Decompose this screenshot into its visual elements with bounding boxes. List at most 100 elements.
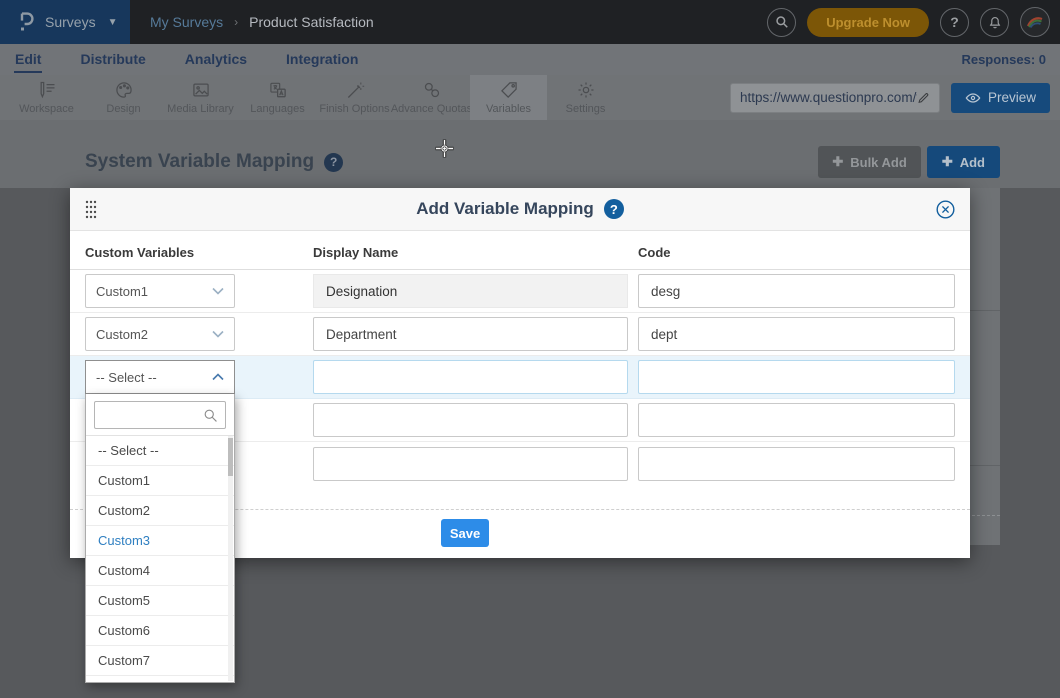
- page-help-icon[interactable]: ?: [324, 153, 343, 172]
- page-title: System Variable Mapping: [85, 151, 314, 173]
- toolbar-item-media-library[interactable]: Media Library: [162, 75, 239, 120]
- mouse-cursor-icon: [435, 139, 454, 158]
- tab-integration[interactable]: Integration: [285, 46, 359, 73]
- settings-icon: [576, 80, 596, 100]
- toolbar-item-advance-quotas[interactable]: Advance Quotas: [393, 75, 470, 120]
- top-bar-actions: Upgrade Now ?: [767, 7, 1060, 37]
- edit-url-pencil-icon[interactable]: [917, 91, 930, 105]
- dropdown-option-custom3[interactable]: Custom3: [86, 526, 234, 556]
- variable-select-1[interactable]: Custom1: [85, 274, 235, 308]
- variable-select-3[interactable]: -- Select --: [85, 360, 235, 394]
- toolbar-right: https://www.questionpro.com/t/A Preview: [730, 75, 1060, 120]
- page-header: System Variable Mapping ? ✚ Bulk Add ✚ A…: [85, 146, 1000, 178]
- responses-count: Responses: 0: [961, 52, 1046, 67]
- toolbar-item-variables[interactable]: Variables: [470, 75, 547, 120]
- column-code: Code: [638, 245, 955, 260]
- dropdown-option-select[interactable]: -- Select --: [86, 436, 234, 466]
- column-custom-variables: Custom Variables: [85, 245, 313, 260]
- tab-edit[interactable]: Edit: [14, 46, 42, 73]
- advance-quotas-icon: [422, 80, 442, 100]
- chevron-down-icon: [212, 330, 224, 338]
- dropdown-option-custom1[interactable]: Custom1: [86, 466, 234, 496]
- dropdown-option-custom6[interactable]: Custom6: [86, 616, 234, 646]
- plus-icon: ✚: [942, 154, 953, 170]
- edit-toolbar: Workspace Design Media Library: [0, 75, 1060, 120]
- toolbar-item-design[interactable]: Design: [85, 75, 162, 120]
- search-icon: [775, 15, 789, 29]
- survey-url-text: https://www.questionpro.com/t/A: [740, 90, 917, 105]
- modal-help-icon[interactable]: ?: [604, 199, 624, 219]
- code-input-2[interactable]: [638, 317, 955, 351]
- preview-button[interactable]: Preview: [951, 83, 1050, 113]
- survey-nav-tabs: Edit Distribute Analytics Integration Re…: [0, 44, 1060, 75]
- bell-icon: [988, 15, 1002, 30]
- user-avatar[interactable]: [1020, 7, 1050, 37]
- tab-distribute[interactable]: Distribute: [79, 46, 146, 73]
- column-display-name: Display Name: [313, 245, 638, 260]
- display-name-input-2[interactable]: [313, 317, 628, 351]
- code-input-1[interactable]: [638, 274, 955, 308]
- plus-icon: ✚: [832, 154, 843, 170]
- search-button[interactable]: [767, 8, 796, 37]
- display-name-input-3[interactable]: [313, 360, 628, 394]
- toolbar-item-settings[interactable]: Settings: [547, 75, 624, 120]
- finish-options-icon: [345, 80, 365, 100]
- dropdown-scroll-thumb[interactable]: [228, 438, 233, 476]
- toolbar-item-languages[interactable]: Languages: [239, 75, 316, 120]
- tab-analytics[interactable]: Analytics: [184, 46, 248, 73]
- upgrade-now-button[interactable]: Upgrade Now: [807, 8, 929, 37]
- workspace-icon: [37, 80, 57, 100]
- product-label: Surveys: [45, 14, 96, 30]
- toolbar-item-finish-options[interactable]: Finish Options: [316, 75, 393, 120]
- question-mark-icon: ?: [950, 14, 959, 30]
- display-name-input-5[interactable]: [313, 447, 628, 481]
- display-name-field-1[interactable]: Designation: [313, 274, 628, 308]
- add-button[interactable]: ✚ Add: [927, 146, 1000, 178]
- search-icon: [203, 408, 218, 423]
- breadcrumb-current-survey: Product Satisfaction: [249, 14, 374, 30]
- chevron-down-icon: ▼: [108, 17, 118, 28]
- dropdown-options-list: -- Select -- Custom1 Custom2 Custom3 Cus…: [86, 435, 234, 682]
- dropdown-option-custom2[interactable]: Custom2: [86, 496, 234, 526]
- variables-icon: [499, 80, 519, 100]
- add-variable-mapping-modal: Add Variable Mapping ? Custom Variables …: [70, 188, 970, 558]
- dropdown-scrollbar[interactable]: [228, 436, 233, 681]
- variable-dropdown-open: -- Select -- -- Select -- Custom1 Custom…: [85, 360, 235, 683]
- chevron-up-icon: [212, 373, 224, 381]
- mapping-row-1: Custom1 Designation: [70, 270, 970, 313]
- app-screen: Surveys ▼ My Surveys › Product Satisfact…: [0, 0, 1060, 698]
- breadcrumb: My Surveys › Product Satisfaction: [150, 14, 374, 30]
- dropdown-panel: -- Select -- Custom1 Custom2 Custom3 Cus…: [85, 394, 235, 683]
- avatar-logo-icon: [1027, 16, 1043, 28]
- surveys-menu[interactable]: Surveys ▼: [0, 0, 130, 44]
- design-icon: [114, 80, 134, 100]
- dropdown-option-custom7[interactable]: Custom7: [86, 646, 234, 676]
- media-library-icon: [191, 80, 211, 100]
- display-name-input-4[interactable]: [313, 403, 628, 437]
- drag-handle-icon[interactable]: [85, 200, 97, 219]
- bulk-add-button[interactable]: ✚ Bulk Add: [818, 146, 920, 178]
- dropdown-option-custom5[interactable]: Custom5: [86, 586, 234, 616]
- notifications-button[interactable]: [980, 8, 1009, 37]
- page-buttons: ✚ Bulk Add ✚ Add: [818, 146, 1000, 178]
- code-input-4[interactable]: [638, 403, 955, 437]
- breadcrumb-separator-icon: ›: [234, 15, 238, 29]
- breadcrumb-my-surveys[interactable]: My Surveys: [150, 14, 223, 30]
- eye-icon: [965, 92, 981, 104]
- variable-select-2[interactable]: Custom2: [85, 317, 235, 351]
- close-icon: [935, 199, 956, 220]
- chevron-down-icon: [212, 287, 224, 295]
- languages-icon: [268, 80, 288, 100]
- survey-url-field[interactable]: https://www.questionpro.com/t/A: [730, 83, 940, 113]
- help-button[interactable]: ?: [940, 8, 969, 37]
- top-bar: Surveys ▼ My Surveys › Product Satisfact…: [0, 0, 1060, 44]
- toolbar-item-workspace[interactable]: Workspace: [8, 75, 85, 120]
- modal-title: Add Variable Mapping: [416, 199, 594, 219]
- dropdown-option-custom4[interactable]: Custom4: [86, 556, 234, 586]
- code-input-3[interactable]: [638, 360, 955, 394]
- modal-close-button[interactable]: [935, 199, 956, 220]
- mapping-table-header: Custom Variables Display Name Code: [70, 231, 970, 270]
- save-button[interactable]: Save: [441, 519, 489, 547]
- modal-header: Add Variable Mapping ?: [70, 188, 970, 231]
- code-input-5[interactable]: [638, 447, 955, 481]
